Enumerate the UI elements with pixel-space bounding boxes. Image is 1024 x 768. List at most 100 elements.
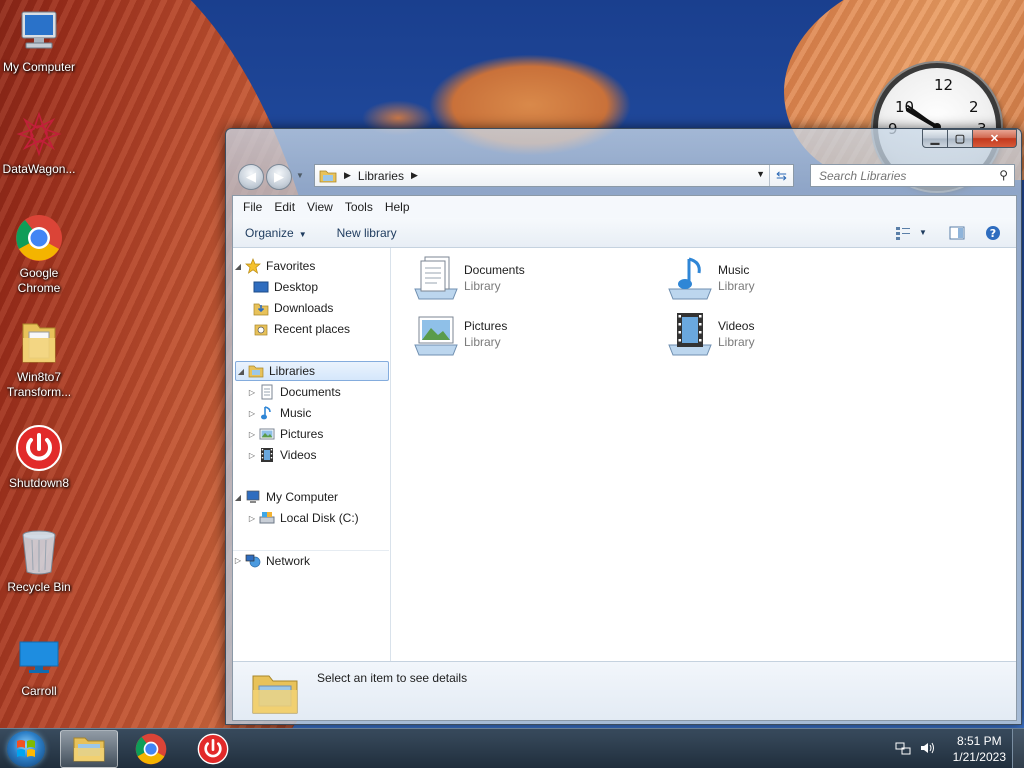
breadcrumb-arrow-icon[interactable]: ▶ [411, 170, 418, 181]
close-button[interactable]: ✕ [973, 129, 1017, 148]
network-status-icon[interactable] [895, 740, 911, 759]
collapsed-arrow-icon[interactable]: ▷ [247, 409, 257, 418]
collapsed-arrow-icon[interactable]: ▷ [233, 556, 243, 565]
collapsed-arrow-icon[interactable]: ▷ [247, 514, 257, 523]
nav-label: Downloads [274, 301, 334, 315]
nav-label: Local Disk (C:) [280, 511, 359, 525]
network-icon [245, 553, 261, 569]
nav-local-disk[interactable]: ▷ Local Disk (C:) [233, 508, 389, 528]
desktop-icon-win8to7[interactable]: Win8to7 Transform... [0, 318, 78, 400]
collapsed-arrow-icon[interactable]: ▷ [247, 430, 257, 439]
desktop-icon-label: Shutdown8 [8, 476, 70, 490]
folder-icon [15, 318, 63, 366]
breadcrumb-arrow-icon[interactable]: ▶ [344, 170, 351, 181]
details-pane: Select an item to see details [233, 661, 1016, 720]
pictures-library-icon [410, 310, 462, 358]
maximize-button[interactable]: ▢ [948, 129, 973, 148]
taskbar: 8:51 PM 1/21/2023 [0, 728, 1024, 768]
forward-button[interactable]: ▶ [266, 164, 292, 190]
new-library-button[interactable]: New library [337, 226, 397, 240]
search-input[interactable] [819, 168, 989, 183]
change-view-button[interactable] [893, 224, 913, 242]
chrome-icon [15, 214, 63, 262]
recent-pages-chevron-icon[interactable]: ▼ [296, 171, 304, 180]
desktop-icon-label: Google Chrome [17, 266, 61, 295]
desktop-icon-label: DataWagon... [2, 162, 76, 176]
monitor-icon [15, 632, 63, 680]
desktop-icon-carroll[interactable]: Carroll [0, 632, 78, 699]
taskbar-chrome-button[interactable] [122, 730, 180, 768]
desktop-icon-my-computer[interactable]: My Computer [0, 8, 78, 75]
nav-desktop[interactable]: Desktop [233, 277, 389, 297]
library-pictures[interactable]: Pictures Library [410, 310, 507, 358]
expanded-arrow-icon[interactable]: ◢ [233, 493, 243, 502]
start-button[interactable] [7, 731, 45, 767]
collapsed-arrow-icon[interactable]: ▷ [247, 451, 257, 460]
address-dropdown-icon[interactable]: ▼ [756, 169, 765, 179]
back-button[interactable]: ◀ [238, 164, 264, 190]
nav-network[interactable]: ▷ Network [233, 550, 389, 570]
clock[interactable]: 8:51 PM 1/21/2023 [953, 733, 1006, 765]
menu-edit[interactable]: Edit [268, 200, 301, 214]
nav-pictures[interactable]: ▷ Pictures [233, 424, 389, 444]
nav-videos[interactable]: ▷ Videos [233, 445, 389, 465]
library-music[interactable]: Music Library [664, 254, 755, 302]
menu-tools[interactable]: Tools [339, 200, 379, 214]
command-bar: Organize ▼ New library ▼ ? [233, 218, 1016, 248]
menu-view[interactable]: View [301, 200, 339, 214]
refresh-button[interactable]: ⇆ [769, 165, 793, 186]
organize-button[interactable]: Organize ▼ [245, 226, 307, 240]
view-options-icon [896, 227, 910, 240]
view-dropdown-icon[interactable]: ▼ [919, 228, 927, 237]
navigation-pane[interactable]: ◢ Favorites Desktop Downloads Recent pla… [233, 248, 391, 661]
caption-buttons: ▁ ▢ ✕ [922, 129, 1017, 148]
libraries-icon [248, 363, 264, 379]
libraries-icon [319, 170, 337, 182]
desktop-icon-chrome[interactable]: Google Chrome [0, 214, 78, 296]
library-documents[interactable]: Documents Library [410, 254, 525, 302]
nav-recent-places[interactable]: Recent places [233, 319, 389, 339]
expanded-arrow-icon[interactable]: ◢ [236, 367, 246, 376]
volume-icon[interactable] [919, 740, 935, 759]
desktop-icon-label: Carroll [21, 684, 57, 698]
nav-label: Network [266, 553, 311, 568]
star-icon [245, 258, 261, 274]
windows-logo-icon [17, 740, 35, 757]
library-videos[interactable]: Videos Library [664, 310, 755, 358]
desktop-icon-shutdown8[interactable]: Shutdown8 [0, 424, 78, 491]
chevron-down-icon: ▼ [298, 229, 307, 239]
nav-libraries[interactable]: ◢ Libraries [235, 361, 389, 381]
collapsed-arrow-icon[interactable]: ▷ [247, 388, 257, 397]
show-desktop-button[interactable] [1012, 729, 1024, 768]
search-box[interactable]: ⚲ [810, 164, 1015, 187]
breadcrumb-libraries[interactable]: Libraries [358, 169, 404, 183]
nav-favorites[interactable]: ◢ Favorites [233, 256, 389, 276]
arrow-right-icon: ▶ [274, 169, 284, 184]
taskbar-explorer-button[interactable] [60, 730, 118, 768]
nav-my-computer[interactable]: ◢ My Computer [233, 487, 389, 507]
desktop-icon-datawagon[interactable]: DataWagon... [0, 110, 78, 177]
minimize-button[interactable]: ▁ [922, 129, 948, 148]
nav-label: Libraries [269, 364, 316, 378]
menu-file[interactable]: File [237, 200, 268, 214]
navigation-bar: ◀ ▶ ▼ ▶ Libraries ▶ ▼ ⇆ ⚲ [234, 161, 1015, 191]
nav-label: Documents [280, 385, 341, 399]
nav-downloads[interactable]: Downloads [233, 298, 389, 318]
help-icon: ? [986, 226, 1000, 240]
address-bar[interactable]: ▶ Libraries ▶ ▼ ⇆ [314, 164, 794, 187]
preview-pane-button[interactable] [947, 224, 967, 242]
desktop-icon-recycle-bin[interactable]: Recycle Bin [0, 528, 78, 595]
menu-bar: File Edit View Tools Help [233, 196, 1016, 218]
search-icon[interactable]: ⚲ [999, 168, 1008, 182]
clock-date: 1/21/2023 [952, 750, 1006, 764]
help-button[interactable]: ? [983, 224, 1003, 242]
nav-label: Music [280, 406, 312, 420]
content-pane[interactable]: Documents Library Music Library Pictures… [392, 248, 1016, 661]
menu-help[interactable]: Help [379, 200, 416, 214]
nav-documents[interactable]: ▷ Documents [233, 382, 389, 402]
videos-library-icon [664, 310, 716, 358]
nav-music[interactable]: ▷ Music [233, 403, 389, 423]
taskbar-shutdown-button[interactable] [184, 730, 242, 768]
expanded-arrow-icon[interactable]: ◢ [233, 262, 243, 271]
explorer-window[interactable]: ▁ ▢ ✕ ◀ ▶ ▼ ▶ Libraries ▶ ▼ ⇆ ⚲ File Edi… [225, 128, 1022, 725]
